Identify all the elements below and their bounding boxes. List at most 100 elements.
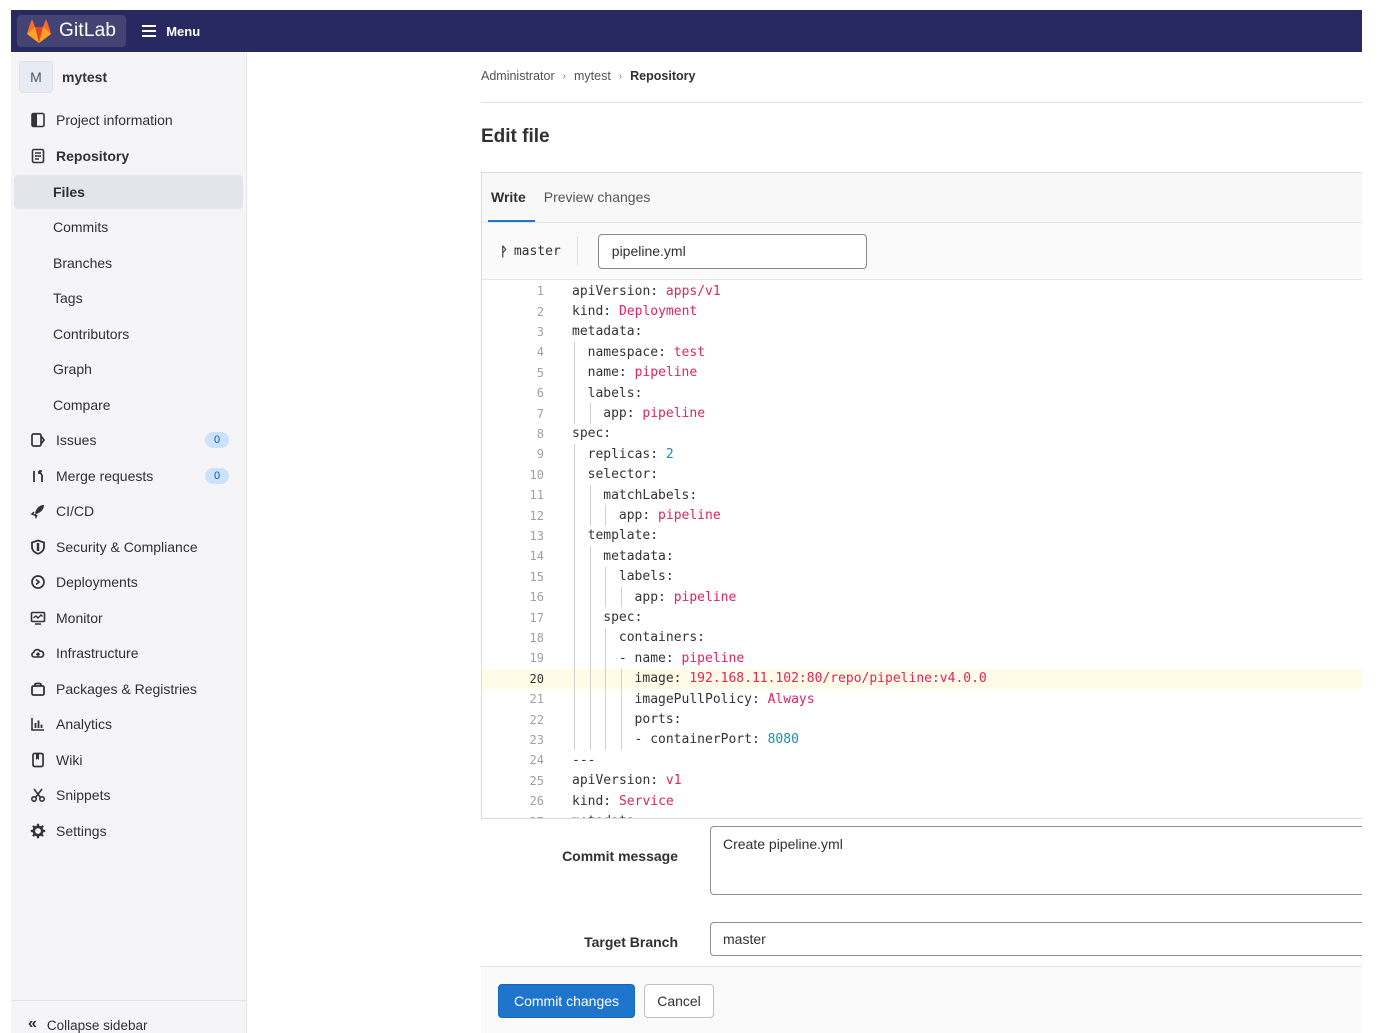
yaml-key: containers: xyxy=(618,630,705,646)
sidebar-item-snippets[interactable]: Snippets xyxy=(14,778,243,812)
line-number: 19 xyxy=(529,651,544,666)
indent-guide xyxy=(574,566,575,587)
code-line[interactable]: 17 spec: xyxy=(482,607,1362,628)
code-line[interactable]: 14 metadata: xyxy=(482,546,1362,567)
yaml-key: apiVersion: xyxy=(572,773,666,789)
code-line[interactable]: 7 app: pipeline xyxy=(482,403,1362,424)
sidebar-item-compare[interactable]: Compare xyxy=(14,388,243,422)
yaml-key: kind: xyxy=(572,793,619,809)
yaml-key: app: xyxy=(618,508,659,524)
line-number: 6 xyxy=(536,386,544,401)
sidebar-item-packages-registries[interactable]: Packages & Registries xyxy=(14,672,243,706)
rocket-icon xyxy=(28,501,48,521)
code-line[interactable]: 21 imagePullPolicy: Always xyxy=(482,689,1362,710)
code-line[interactable]: 3 metadata: xyxy=(482,322,1362,342)
yaml-value: pipeline xyxy=(642,406,706,422)
target-branch-input[interactable] xyxy=(710,922,1362,956)
code-line[interactable]: 1 apiVersion: apps/v1 xyxy=(482,281,1362,301)
code-line[interactable]: 6 labels: xyxy=(482,383,1362,404)
sidebar-item-contributors[interactable]: Contributors xyxy=(14,317,243,351)
code-text: name: pipeline xyxy=(588,365,698,380)
code-line[interactable]: 22 ports: xyxy=(482,709,1362,730)
indent-guide xyxy=(605,689,607,710)
line-number: 17 xyxy=(529,610,544,625)
sidebar-item-merge-requests[interactable]: Merge requests 0 xyxy=(14,459,243,493)
tab-preview-changes[interactable]: Preview changes xyxy=(543,172,652,222)
branch-icon: ᚹ xyxy=(500,243,508,259)
sidebar-item-label: Tags xyxy=(53,290,83,306)
code-line[interactable]: 16 app: pipeline xyxy=(482,587,1362,608)
code-line[interactable]: 13 template: xyxy=(482,525,1362,547)
code-text: labels: xyxy=(588,386,643,401)
collapse-sidebar-button[interactable]: « Collapse sidebar xyxy=(11,1000,247,1033)
sidebar-item-label: Infrastructure xyxy=(56,645,139,661)
issues-count-badge: 0 xyxy=(205,432,229,448)
commit-changes-button[interactable]: Commit changes xyxy=(498,984,635,1018)
code-line[interactable]: 4 namespace: test xyxy=(482,342,1362,363)
line-number: 4 xyxy=(536,345,544,360)
sidebar-item-settings[interactable]: Settings xyxy=(14,814,243,848)
code-line[interactable]: 15 labels: xyxy=(482,566,1362,587)
sidebar-item-label: Security & Compliance xyxy=(56,539,198,555)
sidebar-item-files[interactable]: Files xyxy=(14,175,243,209)
code-line[interactable]: 19 - name: pipeline xyxy=(482,648,1362,669)
breadcrumb-item-current[interactable]: Repository xyxy=(630,69,695,83)
code-line[interactable]: 9 replicas: 2 xyxy=(482,444,1362,465)
code-line[interactable]: 10 selector: xyxy=(482,464,1362,485)
code-line[interactable]: 5 name: pipeline xyxy=(482,362,1362,383)
line-number: 12 xyxy=(529,508,544,523)
indent-guide xyxy=(589,668,591,689)
code-text: template: xyxy=(588,528,658,543)
code-line[interactable]: 20 image: 192.168.11.102:80/repo/pipeline… xyxy=(482,668,1362,689)
code-text: spec: xyxy=(603,610,642,625)
issues-icon xyxy=(28,430,48,450)
sidebar-item-ci-cd[interactable]: CI/CD xyxy=(14,494,243,528)
code-line[interactable]: 2 kind: Deployment xyxy=(482,301,1362,321)
sidebar-item-branches[interactable]: Branches xyxy=(14,246,243,280)
code-line[interactable]: 23 - containerPort: 8080 xyxy=(482,729,1362,751)
gitlab-home-link[interactable]: GitLab xyxy=(17,15,127,47)
code-line[interactable]: 11 matchLabels: xyxy=(482,485,1362,506)
sidebar-item-infrastructure[interactable]: Infrastructure xyxy=(14,636,243,670)
code-line[interactable]: 25 apiVersion: v1 xyxy=(482,771,1362,791)
yaml-value: pipeline xyxy=(634,365,698,381)
divider xyxy=(576,236,578,266)
project-header[interactable]: M mytest xyxy=(11,52,246,102)
sidebar-item-deployments[interactable]: Deployments xyxy=(14,565,243,599)
file-editor: Write Preview changes ᚹ master 1 apiVersi… xyxy=(481,172,1362,819)
sidebar-item-security-compliance[interactable]: Security & Compliance xyxy=(14,530,243,564)
breadcrumb-item[interactable]: mytest xyxy=(574,69,611,83)
yaml-key: template: xyxy=(587,528,659,544)
code-text: matchLabels: xyxy=(603,488,697,503)
line-number: 15 xyxy=(529,569,544,584)
editor-tabs: Write Preview changes xyxy=(482,173,1362,223)
code-text: apiVersion: v1 xyxy=(572,773,682,788)
sidebar-item-repository[interactable]: Repository xyxy=(14,139,243,173)
sidebar-item-tags[interactable]: Tags xyxy=(14,281,243,315)
tab-write[interactable]: Write xyxy=(488,172,535,222)
commit-message-textarea[interactable]: Create pipeline.yml xyxy=(710,826,1362,895)
breadcrumb-item[interactable]: Administrator xyxy=(481,69,555,83)
file-name-input[interactable] xyxy=(597,233,867,269)
code-line[interactable]: 18 containers: xyxy=(482,627,1362,649)
yaml-value: apps/v1 xyxy=(665,283,721,299)
sidebar-item-graph[interactable]: Graph xyxy=(14,352,243,386)
book-icon xyxy=(28,750,48,770)
sidebar-item-analytics[interactable]: Analytics xyxy=(14,707,243,741)
cancel-button[interactable]: Cancel xyxy=(644,984,714,1018)
code-line[interactable]: 24 --- xyxy=(482,750,1362,770)
menu-button[interactable]: Menu xyxy=(142,24,200,39)
sidebar-item-monitor[interactable]: Monitor xyxy=(14,601,243,635)
sidebar-item-wiki[interactable]: Wiki xyxy=(14,743,243,777)
sidebar-item-label: Analytics xyxy=(56,716,113,732)
code-line[interactable]: 27 metadata: xyxy=(482,811,1362,818)
package-icon xyxy=(28,679,48,699)
line-number: 20 xyxy=(529,671,544,686)
code-editor[interactable]: 1 apiVersion: apps/v1 2 kind: Deployment 3 me… xyxy=(482,280,1362,818)
code-line[interactable]: 12 app: pipeline xyxy=(482,505,1362,526)
code-line[interactable]: 26 kind: Service xyxy=(482,791,1362,811)
sidebar-item-project-information[interactable]: Project information xyxy=(14,103,243,137)
sidebar-item-commits[interactable]: Commits xyxy=(14,210,243,244)
sidebar-item-issues[interactable]: Issues 0 xyxy=(14,423,243,457)
code-line[interactable]: 8 spec: xyxy=(482,424,1362,444)
